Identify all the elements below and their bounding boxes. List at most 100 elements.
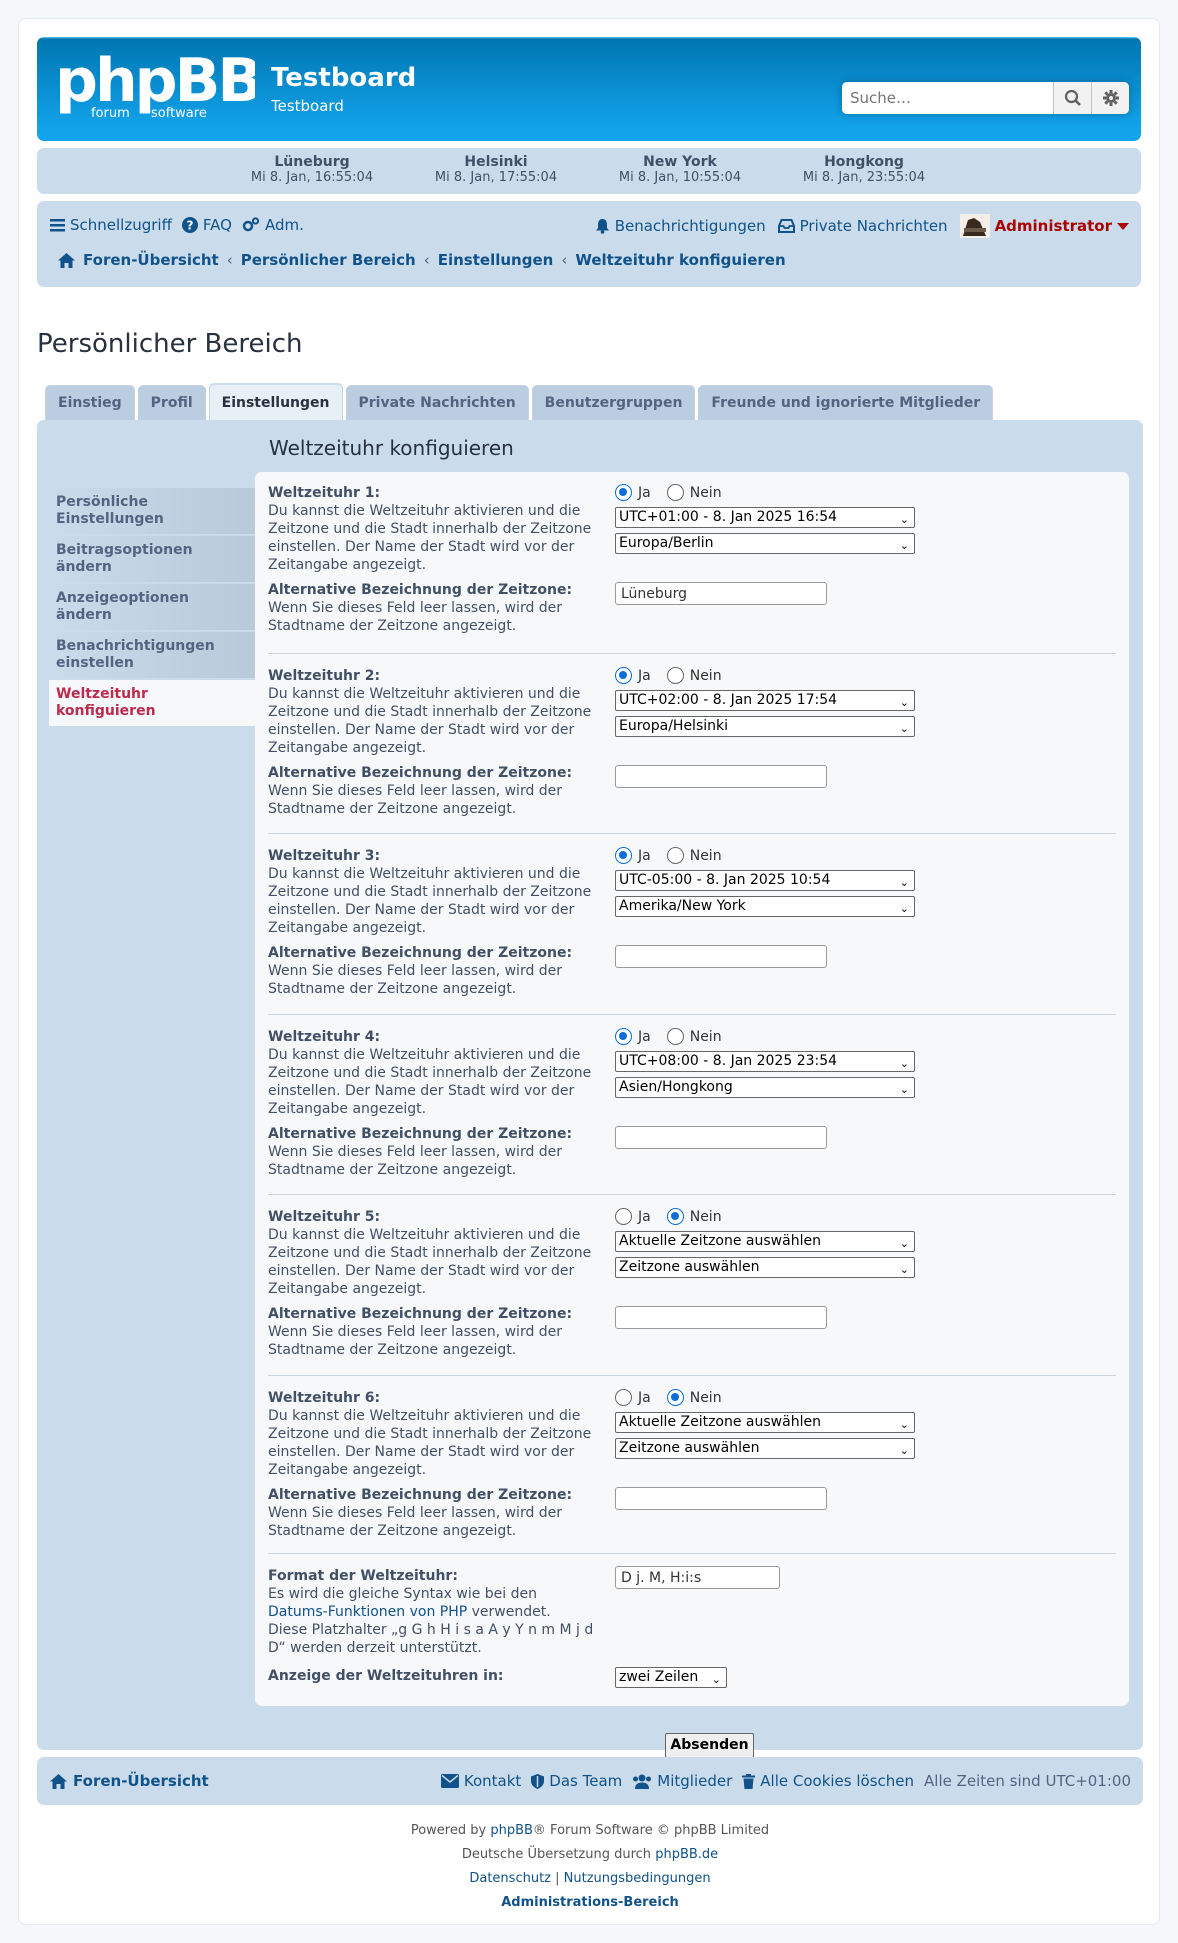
terms-link[interactable]: Nutzungsbedingungen xyxy=(564,1871,711,1886)
radio-yes-label: Ja xyxy=(638,484,651,501)
submit-button[interactable]: Absenden xyxy=(665,1733,754,1758)
timezone-info: Alle Zeiten sind UTC+01:00 xyxy=(924,1772,1131,1790)
display-select[interactable]: zwei Zeilen ⌄ xyxy=(615,1667,727,1688)
notifications-link[interactable]: Benachrichtigungen xyxy=(595,217,766,235)
user-menu[interactable]: Administrator xyxy=(959,214,1129,238)
acp-footer-link[interactable]: Administrations-Bereich xyxy=(501,1895,679,1910)
radio-no[interactable] xyxy=(666,1389,684,1406)
clock-city: Helsinki xyxy=(464,154,528,170)
footer-separator: | xyxy=(555,1871,560,1886)
side-menu: Persönliche Einstellungen Beitragsoption… xyxy=(49,488,255,728)
tab-friends-foes[interactable]: Freunde und ignorierte Mitglieder xyxy=(698,385,994,420)
timezone-select[interactable]: Zeitzone auswählen ⌄ xyxy=(615,1257,915,1278)
radio-no[interactable] xyxy=(666,1208,684,1225)
clock-time: Mi 8. Jan, 23:55:04 xyxy=(802,170,926,185)
side-menu-worldclock[interactable]: Weltzeituhr konfiguieren xyxy=(49,680,255,726)
team-link[interactable]: Das Team xyxy=(531,1772,622,1790)
search-input[interactable] xyxy=(842,82,1053,114)
timezone-date-select[interactable]: UTC-05:00 - 8. Jan 2025 10:54 ⌄ xyxy=(615,870,915,891)
alt-name-input[interactable] xyxy=(615,945,827,968)
ucp-tabs: Einstieg Profil Einstellungen Private Na… xyxy=(45,383,994,420)
radio-no[interactable] xyxy=(666,847,684,864)
footer-index-link[interactable]: Foren-Übersicht xyxy=(50,1772,209,1790)
alt-name-title: Alternative Bezeichnung der Zeitzone: xyxy=(268,582,573,598)
radio-no[interactable] xyxy=(666,667,684,684)
radio-no[interactable] xyxy=(666,484,684,501)
timezone-select[interactable]: Europa/Helsinki ⌄ xyxy=(615,716,915,737)
timezone-value: Zeitzone auswählen xyxy=(619,1440,760,1456)
phpbb-logo[interactable]: phpBB forum software xyxy=(55,46,263,127)
quicklinks-link[interactable]: Schnellzugriff xyxy=(50,216,172,234)
radio-yes[interactable] xyxy=(615,847,632,864)
crumb-worldclock[interactable]: Weltzeituhr konfiguieren xyxy=(575,251,785,269)
clock-city: Lüneburg xyxy=(274,154,350,170)
radio-yes[interactable] xyxy=(615,667,632,684)
timezone-date-select[interactable]: UTC+08:00 - 8. Jan 2025 23:54 ⌄ xyxy=(615,1051,915,1072)
alt-name-input[interactable] xyxy=(615,765,827,788)
radio-yes[interactable] xyxy=(615,1028,632,1045)
side-menu-view[interactable]: Anzeigeoptionen ändern xyxy=(49,584,255,630)
phpbb-link[interactable]: phpBB xyxy=(490,1823,533,1838)
crumb-index[interactable]: Foren-Übersicht xyxy=(83,251,219,269)
timezone-date-select[interactable]: UTC+01:00 - 8. Jan 2025 16:54 ⌄ xyxy=(615,507,915,528)
alt-name-title: Alternative Bezeichnung der Zeitzone: xyxy=(268,1306,573,1322)
search-button[interactable] xyxy=(1053,82,1091,114)
svg-text:software: software xyxy=(151,106,207,121)
members-link[interactable]: Mitglieder xyxy=(632,1772,732,1790)
crumb-preferences[interactable]: Einstellungen xyxy=(438,251,554,269)
clock-luneburg: Lüneburg Mi 8. Jan, 16:55:04 xyxy=(237,154,387,185)
crumb-separator: ‹ xyxy=(561,251,568,269)
timezone-date-select[interactable]: Aktuelle Zeitzone auswählen ⌄ xyxy=(615,1412,915,1433)
alt-name-input[interactable] xyxy=(615,582,827,605)
radio-yes[interactable] xyxy=(615,484,632,501)
world-clock-desc: Du kannst die Weltzeituhr aktivieren und… xyxy=(268,1408,592,1478)
privacy-link[interactable]: Datenschutz xyxy=(469,1871,551,1886)
side-menu-personal[interactable]: Persönliche Einstellungen xyxy=(49,488,255,534)
faq-link[interactable]: ? FAQ xyxy=(181,216,232,234)
tab-overview[interactable]: Einstieg xyxy=(45,385,135,420)
timezone-select[interactable]: Amerika/New York ⌄ xyxy=(615,896,915,917)
format-title: Format der Weltzeituhr: xyxy=(268,1568,458,1584)
page-title: Persönlicher Bereich xyxy=(37,329,303,359)
phpbb-de-link[interactable]: phpBB.de xyxy=(655,1847,718,1862)
private-messages-link[interactable]: Private Nachrichten xyxy=(777,217,948,235)
tab-preferences[interactable]: Einstellungen xyxy=(208,383,343,420)
radio-yes[interactable] xyxy=(615,1208,632,1225)
alt-name-input[interactable] xyxy=(615,1126,827,1149)
timezone-date-select[interactable]: UTC+02:00 - 8. Jan 2025 17:54 ⌄ xyxy=(615,690,915,711)
display-label: Anzeige der Weltzeituhren in: xyxy=(268,1668,504,1684)
timezone-value: Europa/Helsinki xyxy=(619,718,728,734)
crumb-ucp[interactable]: Persönlicher Bereich xyxy=(241,251,416,269)
chevron-down-icon: ⌄ xyxy=(899,513,909,526)
tab-profile[interactable]: Profil xyxy=(137,385,206,420)
alt-name-input[interactable] xyxy=(615,1306,827,1329)
site-title[interactable]: Testboard xyxy=(271,63,416,93)
chevron-down-icon: ⌄ xyxy=(899,1418,909,1431)
delete-cookies-link[interactable]: Alle Cookies löschen xyxy=(742,1772,914,1790)
radio-no-label: Nein xyxy=(689,1208,722,1225)
search-box xyxy=(842,82,1129,114)
timezone-date-select[interactable]: Aktuelle Zeitzone auswählen ⌄ xyxy=(615,1231,915,1252)
radio-yes[interactable] xyxy=(615,1389,632,1406)
clock-time: Mi 8. Jan, 17:55:04 xyxy=(434,170,558,185)
tab-usergroups[interactable]: Benutzergruppen xyxy=(531,385,696,420)
timezone-select[interactable]: Asien/Hongkong ⌄ xyxy=(615,1077,915,1098)
radio-no-label: Nein xyxy=(689,1389,722,1406)
advanced-search-button[interactable] xyxy=(1091,82,1129,114)
radio-no[interactable] xyxy=(666,1028,684,1045)
acp-link[interactable]: Adm. xyxy=(242,216,304,234)
enable-radio-group: Ja Nein xyxy=(615,1389,915,1406)
tab-private-messages[interactable]: Private Nachrichten xyxy=(345,385,529,420)
side-menu-notifications[interactable]: Benachrichtigungen einstellen xyxy=(49,632,255,678)
side-menu-posting[interactable]: Beitragsoptionen ändern xyxy=(49,536,255,582)
alt-name-input[interactable] xyxy=(615,1487,827,1510)
timezone-select[interactable]: Europa/Berlin ⌄ xyxy=(615,533,915,554)
timezone-select[interactable]: Zeitzone auswählen ⌄ xyxy=(615,1438,915,1459)
php-date-link[interactable]: Datums-Funktionen von PHP xyxy=(268,1604,467,1620)
question-icon: ? xyxy=(181,217,198,233)
contact-link[interactable]: Kontakt xyxy=(440,1772,522,1790)
contact-label: Kontakt xyxy=(463,1772,522,1790)
chevron-down-icon: ⌄ xyxy=(899,902,909,915)
cogs-icon xyxy=(242,217,260,232)
format-input[interactable] xyxy=(615,1566,780,1589)
